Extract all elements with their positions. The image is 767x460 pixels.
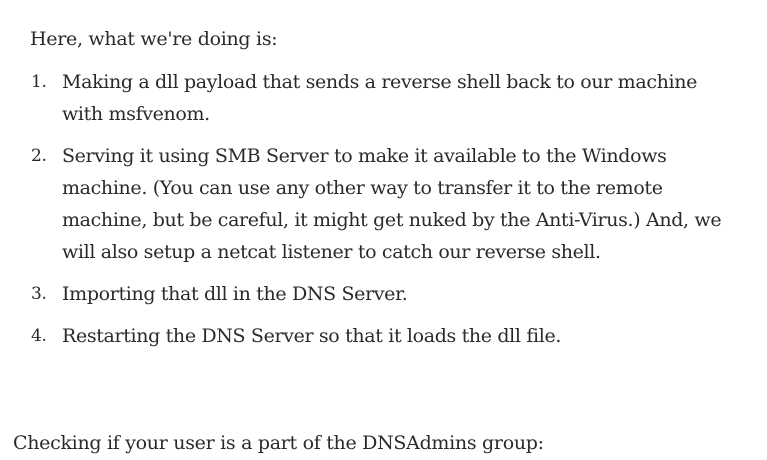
list-item-text: Importing that dll in the DNS Server. [62,283,408,305]
list-item-text: Restarting the DNS Server so that it loa… [62,325,562,347]
outro-paragraph: Checking if your user is a part of the D… [13,432,544,454]
list-item-number: 4. [31,326,47,346]
list-item: 2. Serving it using SMB Server to make i… [0,140,767,268]
intro-paragraph: Here, what we're doing is: [30,28,278,50]
list-item-number: 3. [31,284,47,304]
list-item: 4. Restarting the DNS Server so that it … [0,320,767,352]
list-item-text: Serving it using SMB Server to make it a… [62,145,722,263]
steps-list: 1. Making a dll payload that sends a rev… [0,66,767,362]
list-item-number: 2. [31,146,47,166]
list-item: 3. Importing that dll in the DNS Server. [0,278,767,310]
list-item: 1. Making a dll payload that sends a rev… [0,66,767,130]
list-item-text: Making a dll payload that sends a revers… [62,71,698,125]
list-item-number: 1. [31,72,47,92]
